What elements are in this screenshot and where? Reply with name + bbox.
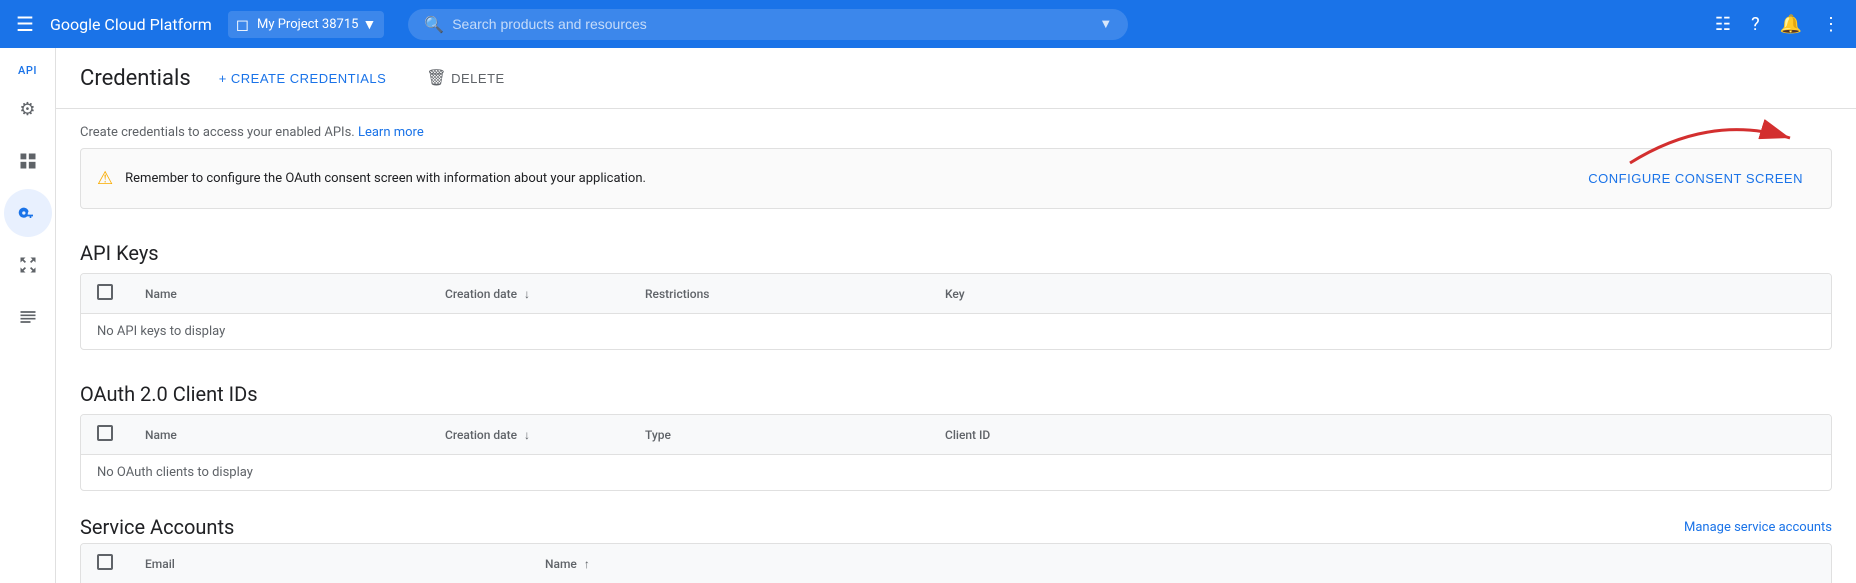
main-layout: API ⚙ Credentials + CREATE CREDENTIALS 🗑… (0, 48, 1856, 583)
alert-banner: ⚠ Remember to configure the OAuth consen… (80, 148, 1832, 209)
service-accounts-table-container: Email Name ↑ No service accounts to disp… (80, 543, 1832, 583)
main-content: Credentials + CREATE CREDENTIALS 🗑 DELET… (56, 48, 1856, 583)
oauth-table-container: Name Creation date ↓ Type Client ID (80, 414, 1832, 491)
delete-label: DELETE (451, 71, 505, 86)
api-keys-restrictions-col: Restrictions (629, 274, 929, 314)
api-keys-table: Name Creation date ↓ Restrictions Key (81, 274, 1831, 349)
help-icon[interactable]: ? (1743, 6, 1768, 43)
sidebar-item-endpoints[interactable] (4, 241, 52, 289)
api-keys-name-col: Name (129, 274, 429, 314)
nav-right: ☷ ? 🔔 ⋮ (1707, 6, 1848, 43)
sa-select-all-col (81, 544, 129, 583)
oauth-empty-row: No OAuth clients to display (81, 455, 1831, 491)
alert-message: Remember to configure the OAuth consent … (125, 171, 1564, 186)
sa-name-header: Name (545, 557, 577, 571)
oauth-section: OAuth 2.0 Client IDs Name Creation d (56, 366, 1856, 491)
service-accounts-section: Service Accounts Manage service accounts… (56, 507, 1856, 583)
api-keys-sort-icon: ↓ (524, 287, 530, 301)
oauth-empty-message: No OAuth clients to display (81, 455, 1831, 491)
search-bar: 🔍 ▼ (408, 9, 1128, 40)
page-description: Create credentials to access your enable… (56, 109, 1856, 148)
create-credentials-label: + CREATE CREDENTIALS (219, 71, 387, 86)
api-keys-restrictions-header: Restrictions (645, 287, 709, 301)
sidebar: API ⚙ (0, 48, 56, 583)
oauth-client-id-header: Client ID (945, 428, 990, 442)
service-accounts-title: Service Accounts (80, 515, 234, 539)
sa-select-all-checkbox[interactable] (97, 554, 113, 570)
api-keys-empty-message: No API keys to display (81, 314, 1831, 350)
sidebar-item-settings[interactable]: ⚙ (4, 85, 52, 133)
oauth-type-col: Type (629, 415, 929, 455)
oauth-select-all-checkbox[interactable] (97, 425, 113, 441)
nav-left: ☰ Google Cloud Platform ◻ My Project 387… (8, 4, 384, 44)
oauth-creation-header: Creation date (445, 428, 517, 442)
api-keys-title: API Keys (80, 225, 1832, 273)
oauth-sort-icon: ↓ (524, 428, 530, 442)
page-header: Credentials + CREATE CREDENTIALS 🗑 DELET… (56, 48, 1856, 109)
oauth-title: OAuth 2.0 Client IDs (80, 366, 1832, 414)
api-keys-key-col: Key (929, 274, 1831, 314)
sidebar-api-label: API (14, 56, 41, 81)
api-keys-creation-col[interactable]: Creation date ↓ (429, 274, 629, 314)
api-keys-select-all-col (81, 274, 129, 314)
manage-service-accounts-link[interactable]: Manage service accounts (1684, 520, 1832, 535)
description-text: Create credentials to access your enable… (80, 125, 355, 140)
expand-icon[interactable]: ▼ (1099, 16, 1112, 32)
api-keys-select-all-checkbox[interactable] (97, 284, 113, 300)
sa-name-col[interactable]: Name ↑ (529, 544, 1831, 583)
chevron-down-icon: ▼ (362, 16, 376, 33)
oauth-table: Name Creation date ↓ Type Client ID (81, 415, 1831, 490)
search-input[interactable] (452, 16, 1091, 32)
project-name: My Project 38715 (257, 17, 358, 32)
grid-icon: ◻ (236, 15, 249, 34)
sidebar-item-quotas[interactable] (4, 293, 52, 341)
oauth-name-col: Name (129, 415, 429, 455)
sa-sort-icon: ↑ (584, 557, 590, 571)
project-selector[interactable]: ◻ My Project 38715 ▼ (228, 11, 385, 38)
top-navigation: ☰ Google Cloud Platform ◻ My Project 387… (0, 0, 1856, 48)
create-credentials-button[interactable]: + CREATE CREDENTIALS (207, 63, 399, 94)
api-keys-table-container: Name Creation date ↓ Restrictions Key (80, 273, 1832, 350)
service-accounts-header-row: Service Accounts Manage service accounts (80, 507, 1832, 543)
hamburger-icon[interactable]: ☰ (8, 4, 42, 44)
api-keys-creation-header: Creation date (445, 287, 517, 301)
service-accounts-table: Email Name ↑ No service accounts to disp… (81, 544, 1831, 583)
oauth-type-header: Type (645, 428, 671, 442)
delete-button[interactable]: 🗑 DELETE (414, 60, 516, 96)
sa-email-header: Email (145, 557, 175, 571)
brand-name: Google Cloud Platform (50, 15, 212, 34)
oauth-creation-col[interactable]: Creation date ↓ (429, 415, 629, 455)
oauth-client-id-col: Client ID (929, 415, 1831, 455)
notifications-icon[interactable]: 🔔 (1772, 6, 1810, 43)
api-keys-section: API Keys Name Creation date (56, 225, 1856, 350)
apps-icon[interactable]: ☷ (1707, 6, 1739, 43)
api-keys-empty-row: No API keys to display (81, 314, 1831, 350)
search-icon: 🔍 (424, 15, 444, 34)
oauth-name-header: Name (145, 428, 177, 442)
sidebar-item-keys[interactable] (4, 189, 52, 237)
menu-dots-icon[interactable]: ⋮ (1814, 6, 1848, 43)
api-keys-name-header: Name (145, 287, 177, 301)
page-title: Credentials (80, 66, 191, 91)
sa-email-col: Email (129, 544, 529, 583)
learn-more-link[interactable]: Learn more (358, 125, 424, 140)
oauth-select-all-col (81, 415, 129, 455)
delete-icon: 🗑 (426, 68, 447, 88)
sidebar-item-dashboard[interactable] (4, 137, 52, 185)
warning-icon: ⚠ (97, 168, 113, 189)
configure-consent-button[interactable]: CONFIGURE CONSENT SCREEN (1576, 163, 1815, 194)
api-keys-key-header: Key (945, 287, 965, 301)
